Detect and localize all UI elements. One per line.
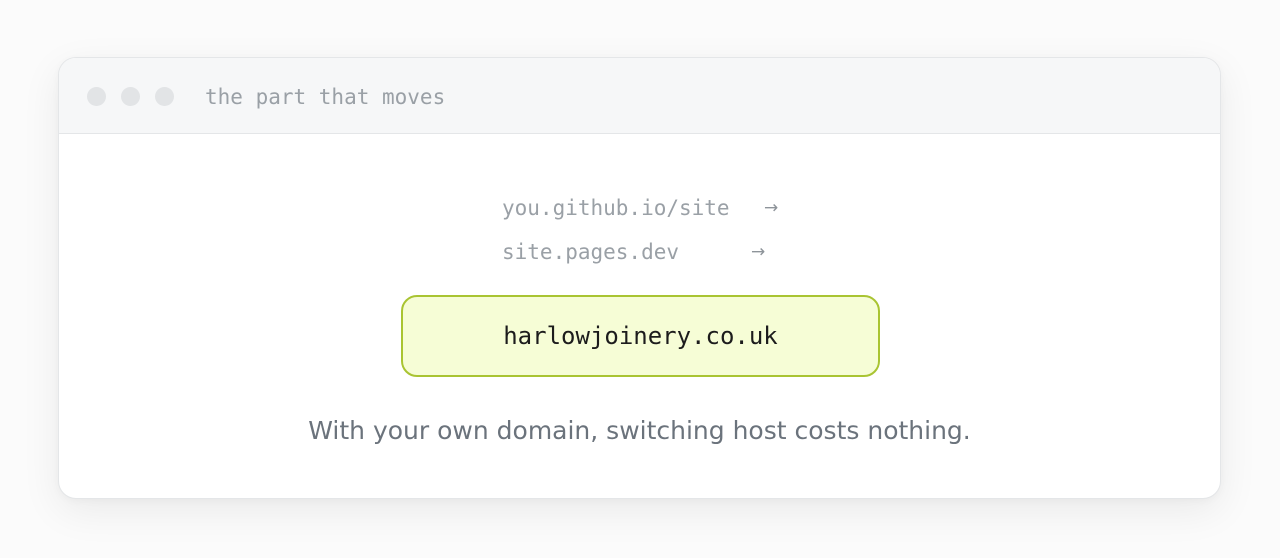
- window-card: the part that moves you.github.io/site →…: [58, 57, 1221, 499]
- arrow-right-icon: →: [751, 242, 766, 262]
- host-url: you.github.io/site: [502, 196, 730, 220]
- custom-domain-box: harlowjoinery.co.uk: [401, 295, 880, 377]
- caption-text: With your own domain, switching host cos…: [308, 416, 971, 445]
- arrow-right-icon: →: [764, 198, 779, 218]
- window-title: the part that moves: [205, 85, 446, 109]
- window-titlebar: the part that moves: [59, 58, 1220, 134]
- window-dot-icon: [87, 87, 106, 106]
- window-dot-icon: [121, 87, 140, 106]
- window-dot-icon: [155, 87, 174, 106]
- host-row-pages: site.pages.dev →: [502, 238, 765, 266]
- custom-domain-name: harlowjoinery.co.uk: [503, 322, 778, 350]
- host-url: site.pages.dev: [502, 240, 680, 264]
- host-row-github: you.github.io/site →: [502, 194, 778, 222]
